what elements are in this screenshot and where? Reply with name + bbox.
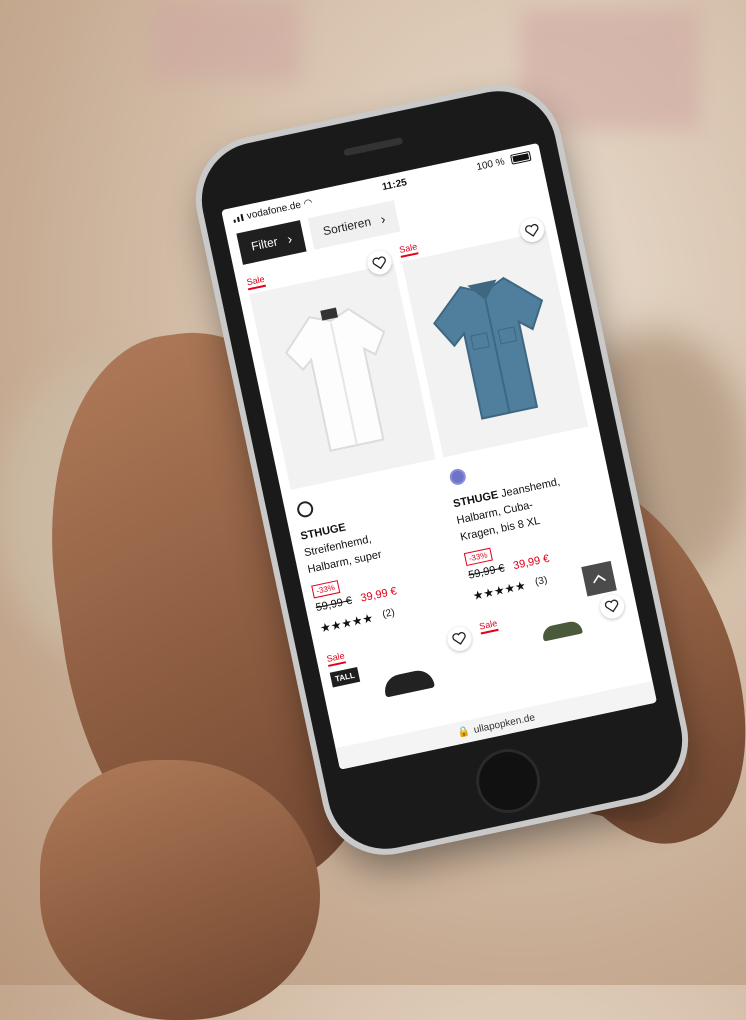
lock-icon: 🔒: [456, 725, 472, 739]
filter-button[interactable]: Filter ›: [236, 220, 307, 265]
chevron-up-icon: [593, 574, 606, 584]
hat-image: [540, 619, 583, 642]
wifi-icon: ◠: [302, 196, 314, 210]
sale-tag: Sale: [245, 273, 267, 291]
sale-tag: Sale: [325, 650, 347, 667]
discount-badge: -33%: [463, 547, 493, 566]
sale-tag: Sale: [398, 241, 419, 258]
rating-count: (3): [534, 574, 549, 589]
color-swatch[interactable]: [448, 467, 468, 487]
product-card[interactable]: Sale TALL: [325, 618, 486, 727]
tall-badge: TALL: [329, 666, 360, 688]
product-card[interactable]: Sale: [477, 586, 638, 695]
product-image[interactable]: [249, 263, 436, 490]
chevron-right-icon: ›: [285, 230, 294, 247]
denim-shirt-icon: [433, 276, 544, 420]
white-shirt-icon: [284, 307, 386, 452]
chevron-right-icon: ›: [378, 210, 387, 228]
sale-price: 39,99 €: [512, 552, 551, 572]
background-frame: [150, 0, 300, 80]
wishlist-heart-icon[interactable]: [445, 624, 474, 653]
discount-badge: -33%: [311, 579, 340, 599]
hat-image: [381, 667, 435, 698]
color-swatch[interactable]: [295, 499, 315, 519]
wishlist-heart-icon[interactable]: [597, 592, 627, 621]
battery-icon: [509, 150, 532, 165]
sale-price: 39,99 €: [359, 584, 398, 605]
rating-count: (2): [381, 607, 396, 621]
sale-tag: Sale: [478, 617, 499, 635]
product-image[interactable]: [401, 231, 589, 458]
signal-icon: [233, 213, 244, 223]
clock: 11:25: [381, 176, 408, 193]
old-price: 59,99 €: [467, 561, 506, 582]
old-price: 59,99 €: [314, 594, 354, 614]
